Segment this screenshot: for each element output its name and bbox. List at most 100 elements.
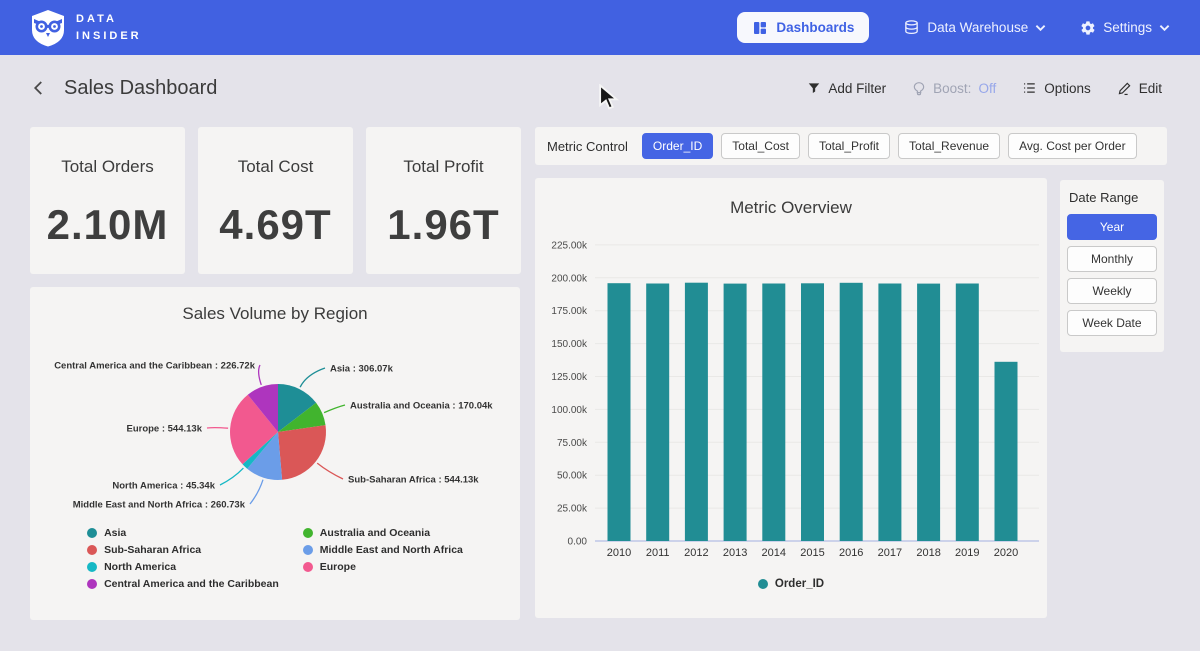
kpi-card-total-profit: Total Profit 1.96T [366,127,521,274]
pie-legend-item-middle-east-and-north-africa[interactable]: Middle East and North Africa [303,544,463,556]
kpi-value: 2.10M [47,201,169,249]
x-tick-label: 2012 [684,547,708,559]
nav-data-warehouse-label: Data Warehouse [927,20,1028,35]
legend-dot [758,579,768,589]
metric-button-avg-cost-per-order[interactable]: Avg. Cost per Order [1008,133,1137,159]
bar-2013[interactable] [724,284,747,541]
bar-chart-legend: Order_ID [535,578,1047,590]
date-range-button-monthly[interactable]: Monthly [1067,246,1157,272]
bar-2011[interactable] [646,284,669,542]
pie-chart-panel: Sales Volume by Region Asia : 306.07k Aus… [30,287,520,620]
add-filter-label: Add Filter [828,81,886,96]
legend-dot [303,545,313,555]
metric-control-bar: Metric Control Order_IDTotal_CostTotal_P… [535,127,1167,165]
pie-leader-line [324,405,345,413]
legend-dot [87,528,97,538]
brand-logo[interactable]: DATA INSIDER [30,9,142,47]
bar-2016[interactable] [840,283,863,541]
pie-leader-line [300,368,325,387]
pie-chart-title: Sales Volume by Region [30,287,520,324]
y-tick-label: 100.00k [551,405,588,416]
options-button[interactable]: Options [1022,81,1091,96]
kpi-label: Total Orders [61,157,154,177]
pie-label-central-america-and-the-caribbean: Central America and the Caribbean : 226.… [54,361,256,372]
edit-pencil-icon [1117,81,1132,96]
pie-label-asia: Asia : 306.07k [330,364,394,375]
back-button[interactable] [30,79,48,97]
pie-legend-item-central-america-and-the-caribbean[interactable]: Central America and the Caribbean [87,578,279,590]
bar-2014[interactable] [762,284,785,542]
options-label: Options [1044,81,1091,96]
boost-balloon-icon [912,81,926,96]
date-range-button-weekly[interactable]: Weekly [1067,278,1157,304]
legend-label: Asia [104,527,126,539]
pie-label-north-america: North America : 45.34k [112,481,215,492]
bar-chart-title: Metric Overview [535,178,1047,218]
kpi-label: Total Cost [238,157,314,177]
pie-leader-line [220,468,243,485]
pie-label-sub-saharan-africa: Sub-Saharan Africa : 544.13k [348,475,479,486]
nav-dashboards-button[interactable]: Dashboards [737,12,869,43]
x-tick-label: 2018 [916,547,940,559]
x-tick-label: 2017 [878,547,902,559]
metric-buttons: Order_ID Total_Cost Total_Profit Total_Reve… [642,133,1137,159]
date-range-button-week-date[interactable]: Week Date [1067,310,1157,336]
y-tick-label: 25.00k [557,504,588,515]
date-range-label: Date Range [1067,190,1157,205]
page-header: Sales Dashboard Add Filter Boost: Off Op… [0,55,1200,121]
bar-2019[interactable] [956,284,979,542]
pie-leader-line [317,463,343,479]
metric-button-total-revenue[interactable]: Total_Revenue [898,133,1000,159]
edit-button[interactable]: Edit [1117,81,1162,96]
pie-chart: Asia : 306.07k Australia and Oceania : 17… [30,332,520,527]
legend-dot [87,545,97,555]
metric-button-total-profit[interactable]: Total_Profit [808,133,890,159]
pie-legend-item-europe[interactable]: Europe [303,561,463,573]
nav-settings[interactable]: Settings [1080,20,1170,36]
date-range-buttons: Year Monthly Weekly Week Date [1067,214,1157,336]
edit-label: Edit [1139,81,1162,96]
pie-legend: Asia Sub-Saharan Africa North America Centr… [30,527,520,590]
bar-2020[interactable] [995,362,1018,541]
metric-button-order-id[interactable]: Order_ID [642,133,713,159]
chevron-left-icon [30,79,48,97]
legend-dot [87,562,97,572]
pie-leader-line [259,365,262,385]
nav-data-warehouse[interactable]: Data Warehouse [903,19,1046,36]
bar-2012[interactable] [685,283,708,541]
pie-leader-line [250,480,263,504]
pie-label-australia-and-oceania: Australia and Oceania : 170.04k [350,401,493,412]
date-range-button-year[interactable]: Year [1067,214,1157,240]
bar-2018[interactable] [917,284,940,541]
toolbar: Add Filter Boost: Off Options Edit [807,81,1162,96]
pie-legend-item-north-america[interactable]: North America [87,561,279,573]
gear-icon [1080,20,1096,36]
x-tick-label: 2013 [723,547,747,559]
nav-menu: Dashboards Data Warehouse Settings [737,12,1170,43]
metric-button-total-cost[interactable]: Total_Cost [721,133,800,159]
legend-label: Central America and the Caribbean [104,578,279,590]
top-nav: DATA INSIDER Dashboards Data Warehouse [0,0,1200,55]
pie-legend-item-australia-and-oceania[interactable]: Australia and Oceania [303,527,463,539]
boost-state: Off [978,81,996,96]
dashboard-grid-icon [752,20,768,36]
filter-funnel-icon [807,81,821,95]
legend-label: Middle East and North Africa [320,544,463,556]
legend-dot [303,562,313,572]
bar-legend-item-order-id[interactable]: Order_ID [758,578,824,590]
pie-label-middle-east-and-north-africa: Middle East and North Africa : 260.73k [73,500,246,511]
chevron-down-icon [1035,24,1046,32]
database-icon [903,19,920,36]
bar-2017[interactable] [878,284,901,542]
pie-leader-line [207,428,228,429]
x-tick-label: 2014 [762,547,786,559]
add-filter-button[interactable]: Add Filter [807,81,886,96]
chevron-down-icon [1159,24,1170,32]
y-tick-label: 50.00k [557,471,588,482]
pie-legend-item-asia[interactable]: Asia [87,527,279,539]
bar-2015[interactable] [801,283,824,541]
boost-toggle[interactable]: Boost: Off [912,81,996,96]
pie-legend-item-sub-saharan-africa[interactable]: Sub-Saharan Africa [87,544,279,556]
bar-2010[interactable] [608,283,631,541]
pie-slice-sub-saharan-africa[interactable] [278,425,326,480]
